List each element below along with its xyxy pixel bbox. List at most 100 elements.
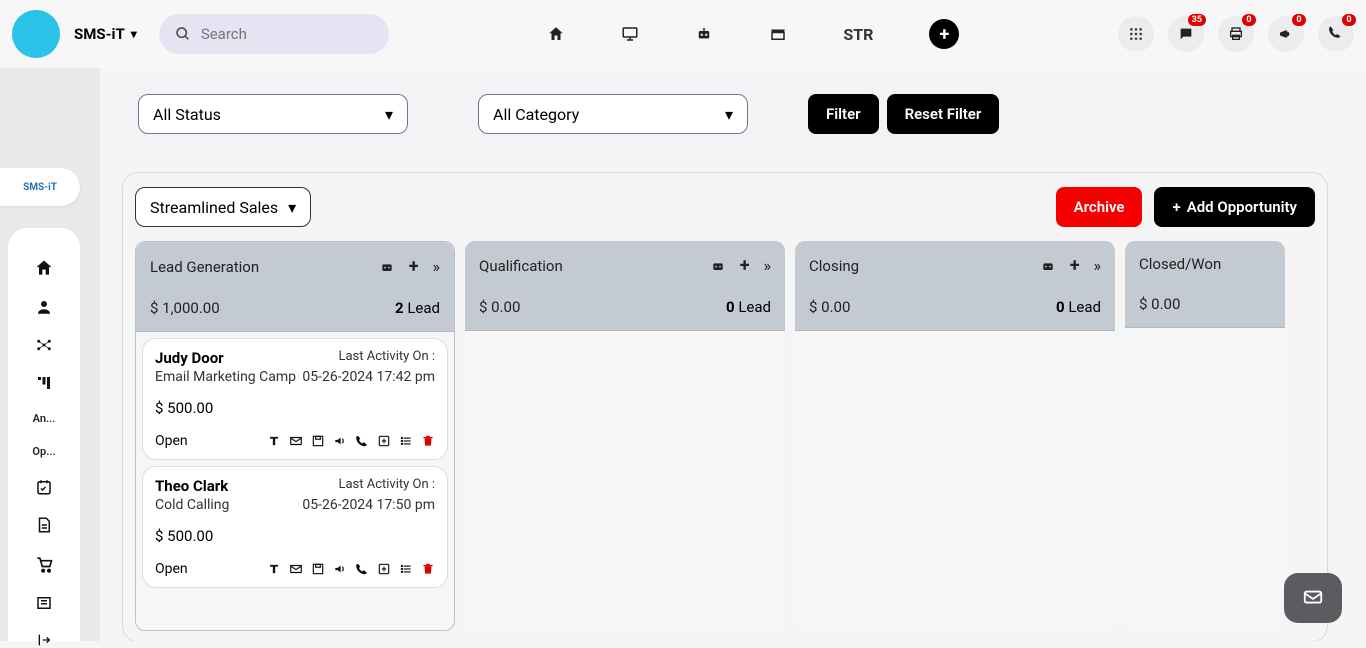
column-amount: $ 1,000.00 <box>150 299 220 317</box>
phone-icon[interactable]: 0 <box>1318 16 1354 52</box>
plus-icon[interactable]: + <box>409 256 419 277</box>
sound-icon[interactable] <box>333 562 347 576</box>
robot-icon[interactable] <box>695 25 713 43</box>
save-icon[interactable] <box>311 434 325 448</box>
search-input[interactable] <box>201 25 373 43</box>
trash-icon[interactable] <box>421 562 435 576</box>
home-icon[interactable] <box>547 25 565 43</box>
sms-it-badge[interactable]: SMS-iT <box>0 168 80 206</box>
double-chevron-icon[interactable]: » <box>1094 256 1102 275</box>
robot-icon[interactable] <box>379 259 395 275</box>
sidebar-logout-icon[interactable] <box>24 632 64 648</box>
print-badge: 0 <box>1242 14 1256 26</box>
monitor-icon[interactable] <box>621 25 639 43</box>
sidebar-item-op[interactable]: Op... <box>24 445 64 458</box>
chat-icon[interactable]: 35 <box>1168 16 1204 52</box>
board-top: Streamlined Sales ▾ Archive + Add Opportu… <box>135 187 1315 227</box>
plus-icon: + <box>1172 198 1180 216</box>
list-icon[interactable] <box>399 434 413 448</box>
apps-icon[interactable] <box>1118 16 1154 52</box>
card-status: Open <box>155 561 188 577</box>
sidebar-steps-icon[interactable] <box>24 374 64 392</box>
filter-button[interactable]: Filter <box>808 94 879 134</box>
store-icon[interactable] <box>769 25 787 43</box>
text-icon[interactable] <box>267 562 281 576</box>
robot-icon[interactable] <box>1040 258 1056 274</box>
double-chevron-icon[interactable]: » <box>433 257 441 276</box>
search-box[interactable] <box>159 14 389 54</box>
column-closing: Closing + » $ 0.00 0 Lead <box>795 241 1115 631</box>
sidebar-home-icon[interactable] <box>24 258 64 278</box>
sidebar-network-icon[interactable] <box>24 336 64 354</box>
brand-dropdown[interactable]: SMS-iT ▾ <box>74 25 137 43</box>
opportunity-card[interactable]: Theo Clark Last Activity On : Cold Calli… <box>142 466 448 588</box>
column-summary: $ 0.00 0 Lead <box>795 290 1115 331</box>
chevron-down-icon: ▾ <box>288 198 296 217</box>
column-title: Qualification <box>479 257 563 275</box>
phone-icon[interactable] <box>355 562 369 576</box>
announce-badge: 0 <box>1292 14 1306 26</box>
top-right: 35 0 0 0 <box>1118 16 1354 52</box>
column-header: Closed/Won <box>1125 241 1285 287</box>
save-icon[interactable] <box>311 562 325 576</box>
sidebar-cart-icon[interactable] <box>24 554 64 574</box>
board: Streamlined Sales ▾ Archive + Add Opportu… <box>122 172 1328 641</box>
add-opportunity-label: Add Opportunity <box>1187 198 1297 216</box>
chat-badge: 35 <box>1188 14 1206 26</box>
text-icon[interactable] <box>267 434 281 448</box>
logo-circle <box>12 10 60 58</box>
card-price: $ 500.00 <box>155 399 435 417</box>
card-status: Open <box>155 433 188 449</box>
search-icon <box>175 26 191 42</box>
sidebar-item-an[interactable]: An... <box>24 412 64 425</box>
add-icon[interactable] <box>377 434 391 448</box>
email-icon[interactable] <box>289 434 303 448</box>
add-button[interactable]: + <box>929 19 959 49</box>
plus-icon[interactable]: + <box>740 255 750 276</box>
opportunity-card[interactable]: Judy Door Last Activity On : Email Marke… <box>142 338 448 460</box>
column-summary: $ 0.00 0 Lead <box>465 290 785 331</box>
trash-icon[interactable] <box>421 434 435 448</box>
sidebar-doc-icon[interactable] <box>24 516 64 534</box>
add-icon[interactable] <box>377 562 391 576</box>
str-link[interactable]: STR <box>843 25 873 44</box>
column-summary: $ 1,000.00 2 Lead <box>136 291 454 332</box>
chevron-down-icon: ▾ <box>385 105 393 124</box>
column-title: Closed/Won <box>1139 255 1221 273</box>
archive-button[interactable]: Archive <box>1056 187 1143 227</box>
reset-filter-button[interactable]: Reset Filter <box>887 94 1000 134</box>
column-amount: $ 0.00 <box>1139 295 1180 313</box>
sidebar-user-icon[interactable] <box>24 298 64 316</box>
column-title: Closing <box>809 257 859 275</box>
pipeline-value: Streamlined Sales <box>150 198 278 217</box>
sidebar-calendar-icon[interactable] <box>24 478 64 496</box>
pipeline-select[interactable]: Streamlined Sales ▾ <box>135 187 311 227</box>
robot-icon[interactable] <box>710 258 726 274</box>
sidebar-outer: SMS-iT An... Op... <box>0 68 100 641</box>
column-header: Lead Generation + » <box>136 242 454 291</box>
column-lead-count: 0 Lead <box>726 298 771 316</box>
print-icon[interactable]: 0 <box>1218 16 1254 52</box>
plus-icon[interactable]: + <box>1070 255 1080 276</box>
chat-fab[interactable] <box>1284 573 1342 623</box>
list-icon[interactable] <box>399 562 413 576</box>
status-value: All Status <box>153 105 221 124</box>
category-value: All Category <box>493 105 579 124</box>
double-chevron-icon[interactable]: » <box>764 256 772 275</box>
main-area: All Status ▾ All Category ▾ Filter Reset… <box>100 68 1350 641</box>
sound-icon[interactable] <box>333 434 347 448</box>
column-lead-count: 0 Lead <box>1056 298 1101 316</box>
card-activity-label: Last Activity On : <box>338 477 435 495</box>
card-date: 05-26-2024 17:50 pm <box>302 497 435 513</box>
category-select[interactable]: All Category ▾ <box>478 94 748 134</box>
email-icon[interactable] <box>289 562 303 576</box>
card-activity-label: Last Activity On : <box>338 349 435 367</box>
card-subtitle: Email Marketing Camp <box>155 369 296 385</box>
megaphone-icon[interactable]: 0 <box>1268 16 1304 52</box>
card-actions <box>267 434 435 448</box>
sidebar-news-icon[interactable] <box>24 594 64 612</box>
phone-icon[interactable] <box>355 434 369 448</box>
add-opportunity-button[interactable]: + Add Opportunity <box>1154 187 1315 227</box>
status-select[interactable]: All Status ▾ <box>138 94 408 134</box>
card-date: 05-26-2024 17:42 pm <box>302 369 435 385</box>
